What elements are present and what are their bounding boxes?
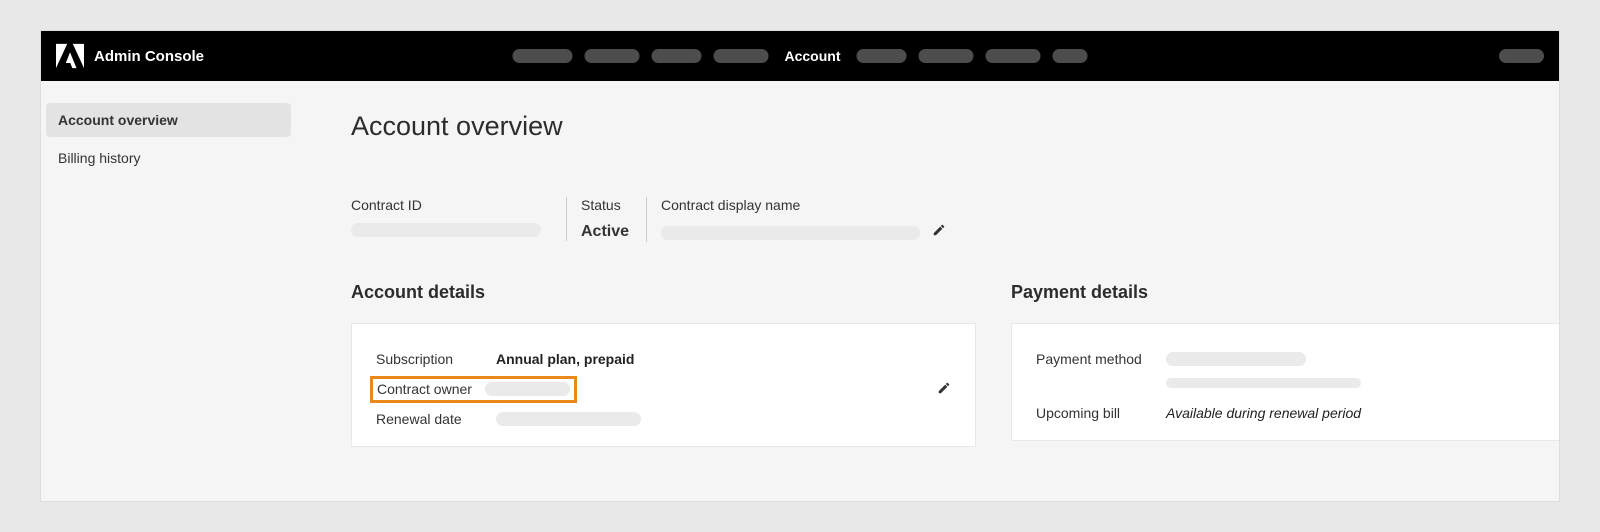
payment-method-value bbox=[1166, 350, 1306, 369]
sidebar-item-label: Account overview bbox=[58, 112, 178, 128]
upcoming-bill-value: Available during renewal period bbox=[1166, 405, 1361, 421]
nav-item-placeholder[interactable] bbox=[919, 49, 974, 63]
contract-id-label: Contract ID bbox=[351, 197, 546, 213]
contract-owner-highlight: Contract owner bbox=[370, 376, 577, 403]
nav-item-placeholder[interactable] bbox=[513, 49, 573, 63]
upcoming-bill-label: Upcoming bill bbox=[1036, 405, 1166, 421]
renewal-date-redacted bbox=[496, 412, 641, 426]
renewal-date-row: Renewal date bbox=[376, 404, 951, 434]
edit-contract-owner-icon[interactable] bbox=[937, 381, 951, 398]
payment-method-row: Payment method bbox=[1036, 344, 1536, 374]
sidebar-item-account-overview[interactable]: Account overview bbox=[46, 103, 291, 137]
payment-method-redacted-2 bbox=[1166, 378, 1361, 388]
payment-method-redacted bbox=[1166, 352, 1306, 366]
contract-display-name-value-redacted bbox=[661, 226, 920, 240]
sidebar-item-billing-history[interactable]: Billing history bbox=[46, 141, 291, 175]
status-label: Status bbox=[581, 197, 626, 213]
contract-display-name-label: Contract display name bbox=[661, 197, 946, 213]
nav-item-placeholder[interactable] bbox=[857, 49, 907, 63]
detail-columns: Account details Subscription Annual plan… bbox=[351, 282, 1560, 447]
account-details-column: Account details Subscription Annual plan… bbox=[351, 282, 976, 447]
edit-display-name-icon[interactable] bbox=[932, 223, 946, 242]
nav-item-placeholder[interactable] bbox=[1053, 49, 1088, 63]
payment-method-label: Payment method bbox=[1036, 351, 1166, 367]
app-window: Admin Console Account Account overview B… bbox=[40, 30, 1560, 502]
nav-right-placeholder[interactable] bbox=[1499, 49, 1544, 63]
payment-method-row-2 bbox=[1036, 374, 1536, 392]
subscription-row: Subscription Annual plan, prepaid bbox=[376, 344, 951, 374]
nav-item-placeholder[interactable] bbox=[652, 49, 702, 63]
nav-item-placeholder[interactable] bbox=[714, 49, 769, 63]
logo: Admin Console bbox=[56, 43, 204, 69]
contract-owner-value bbox=[485, 380, 570, 399]
contract-owner-label: Contract owner bbox=[377, 381, 485, 397]
contract-owner-redacted bbox=[485, 382, 570, 396]
nav-item-placeholder[interactable] bbox=[986, 49, 1041, 63]
payment-details-card: Payment method Upcoming bbox=[1011, 323, 1560, 441]
adobe-logo-icon bbox=[56, 43, 84, 69]
contract-id-value-redacted bbox=[351, 223, 541, 237]
topnav-center: Account bbox=[513, 48, 1088, 64]
subscription-value: Annual plan, prepaid bbox=[496, 351, 634, 367]
renewal-date-label: Renewal date bbox=[376, 411, 496, 427]
topbar: Admin Console Account bbox=[41, 31, 1559, 81]
subscription-label: Subscription bbox=[376, 351, 496, 367]
nav-item-placeholder[interactable] bbox=[585, 49, 640, 63]
upcoming-bill-row: Upcoming bill Available during renewal p… bbox=[1036, 398, 1536, 428]
body-area: Account overview Billing history Account… bbox=[41, 81, 1559, 501]
contract-owner-row: Contract owner bbox=[370, 374, 951, 404]
payment-details-title: Payment details bbox=[1011, 282, 1560, 303]
topnav-right bbox=[1499, 49, 1544, 63]
account-details-card: Subscription Annual plan, prepaid Contra… bbox=[351, 323, 976, 447]
contract-summary: Contract ID Status Active Contract displ… bbox=[351, 197, 1560, 242]
status-value: Active bbox=[581, 223, 626, 241]
payment-details-column: Payment details Payment method bbox=[1011, 282, 1560, 441]
page-title: Account overview bbox=[351, 111, 1560, 142]
main-content: Account overview Contract ID Status Acti… bbox=[296, 81, 1560, 501]
renewal-date-value bbox=[496, 410, 641, 429]
nav-item-account[interactable]: Account bbox=[781, 48, 845, 64]
payment-method-value-2 bbox=[1166, 375, 1361, 391]
app-name: Admin Console bbox=[94, 48, 204, 65]
account-details-title: Account details bbox=[351, 282, 976, 303]
sidebar: Account overview Billing history bbox=[41, 81, 296, 501]
sidebar-item-label: Billing history bbox=[58, 150, 140, 166]
